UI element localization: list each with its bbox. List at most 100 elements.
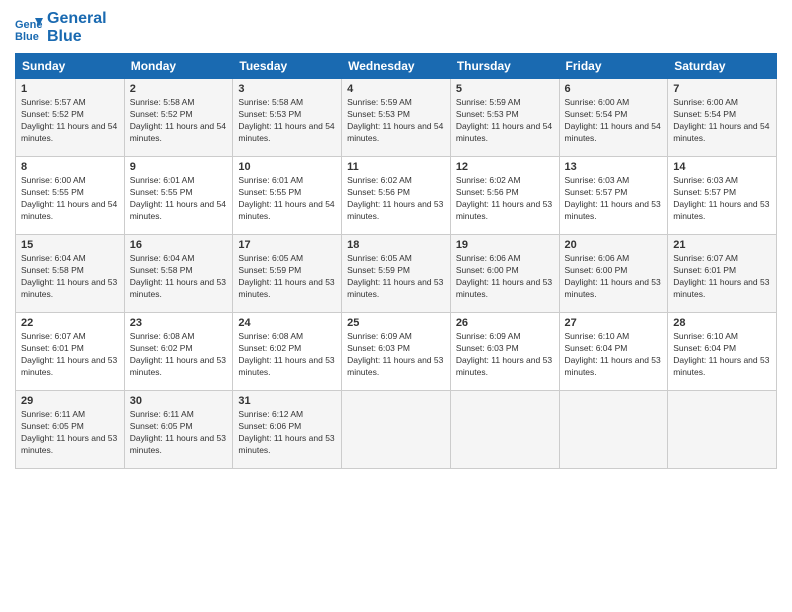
calendar-cell: 23 Sunrise: 6:08 AMSunset: 6:02 PMDayligh… xyxy=(124,313,233,391)
day-info: Sunrise: 5:57 AMSunset: 5:52 PMDaylight:… xyxy=(21,97,119,145)
day-number: 1 xyxy=(21,83,119,95)
header: General Blue General Blue xyxy=(15,10,777,45)
day-info: Sunrise: 6:10 AMSunset: 6:04 PMDaylight:… xyxy=(673,331,771,379)
day-info: Sunrise: 6:00 AMSunset: 5:54 PMDaylight:… xyxy=(673,97,771,145)
calendar-cell: 9 Sunrise: 6:01 AMSunset: 5:55 PMDaylight… xyxy=(124,157,233,235)
day-info: Sunrise: 6:07 AMSunset: 6:01 PMDaylight:… xyxy=(21,331,119,379)
day-info: Sunrise: 6:01 AMSunset: 5:55 PMDaylight:… xyxy=(130,175,228,223)
day-info: Sunrise: 6:04 AMSunset: 5:58 PMDaylight:… xyxy=(21,253,119,301)
day-number: 15 xyxy=(21,239,119,251)
calendar-cell: 22 Sunrise: 6:07 AMSunset: 6:01 PMDayligh… xyxy=(16,313,125,391)
weekday-header-thursday: Thursday xyxy=(450,54,559,79)
day-number: 12 xyxy=(456,161,554,173)
day-info: Sunrise: 6:01 AMSunset: 5:55 PMDaylight:… xyxy=(238,175,336,223)
day-info: Sunrise: 6:06 AMSunset: 6:00 PMDaylight:… xyxy=(565,253,663,301)
day-number: 3 xyxy=(238,83,336,95)
day-number: 2 xyxy=(130,83,228,95)
day-info: Sunrise: 6:05 AMSunset: 5:59 PMDaylight:… xyxy=(347,253,445,301)
day-info: Sunrise: 5:58 AMSunset: 5:52 PMDaylight:… xyxy=(130,97,228,145)
svg-text:Blue: Blue xyxy=(15,31,39,42)
weekday-header-tuesday: Tuesday xyxy=(233,54,342,79)
day-info: Sunrise: 5:58 AMSunset: 5:53 PMDaylight:… xyxy=(238,97,336,145)
day-info: Sunrise: 6:08 AMSunset: 6:02 PMDaylight:… xyxy=(238,331,336,379)
calendar-cell: 4 Sunrise: 5:59 AMSunset: 5:53 PMDaylight… xyxy=(342,79,451,157)
calendar-cell xyxy=(668,391,777,469)
calendar-cell: 2 Sunrise: 5:58 AMSunset: 5:52 PMDaylight… xyxy=(124,79,233,157)
calendar-cell: 18 Sunrise: 6:05 AMSunset: 5:59 PMDayligh… xyxy=(342,235,451,313)
day-info: Sunrise: 6:07 AMSunset: 6:01 PMDaylight:… xyxy=(673,253,771,301)
logo-blue: Blue xyxy=(47,28,107,46)
day-number: 22 xyxy=(21,317,119,329)
day-number: 28 xyxy=(673,317,771,329)
calendar-cell: 13Sunrise: 6:03 AMSunset: 5:57 PMDayligh… xyxy=(559,157,668,235)
calendar-cell: 25 Sunrise: 6:09 AMSunset: 6:03 PMDayligh… xyxy=(342,313,451,391)
calendar-week-5: 29 Sunrise: 6:11 AMSunset: 6:05 PMDayligh… xyxy=(16,391,777,469)
day-number: 31 xyxy=(238,395,336,407)
calendar-cell: 8 Sunrise: 6:00 AMSunset: 5:55 PMDaylight… xyxy=(16,157,125,235)
calendar-cell: 10 Sunrise: 6:01 AMSunset: 5:55 PMDayligh… xyxy=(233,157,342,235)
day-info: Sunrise: 6:04 AMSunset: 5:58 PMDaylight:… xyxy=(130,253,228,301)
day-info: Sunrise: 5:59 AMSunset: 5:53 PMDaylight:… xyxy=(347,97,445,145)
day-number: 8 xyxy=(21,161,119,173)
calendar-cell: 31 Sunrise: 6:12 AMSunset: 6:06 PMDayligh… xyxy=(233,391,342,469)
day-info: Sunrise: 6:12 AMSunset: 6:06 PMDaylight:… xyxy=(238,409,336,457)
calendar-table: SundayMondayTuesdayWednesdayThursdayFrid… xyxy=(15,53,777,469)
day-number: 17 xyxy=(238,239,336,251)
calendar-cell: 3 Sunrise: 5:58 AMSunset: 5:53 PMDaylight… xyxy=(233,79,342,157)
calendar-cell: 15 Sunrise: 6:04 AMSunset: 5:58 PMDayligh… xyxy=(16,235,125,313)
logo-general: General xyxy=(47,10,107,28)
weekday-header-friday: Friday xyxy=(559,54,668,79)
day-number: 11 xyxy=(347,161,445,173)
day-info: Sunrise: 6:09 AMSunset: 6:03 PMDaylight:… xyxy=(347,331,445,379)
calendar-cell: 16 Sunrise: 6:04 AMSunset: 5:58 PMDayligh… xyxy=(124,235,233,313)
day-number: 5 xyxy=(456,83,554,95)
calendar-cell: 11 Sunrise: 6:02 AMSunset: 5:56 PMDayligh… xyxy=(342,157,451,235)
calendar-cell: 20Sunrise: 6:06 AMSunset: 6:00 PMDayligh… xyxy=(559,235,668,313)
day-number: 13 xyxy=(565,161,663,173)
day-number: 16 xyxy=(130,239,228,251)
day-number: 9 xyxy=(130,161,228,173)
day-number: 24 xyxy=(238,317,336,329)
logo: General Blue General Blue xyxy=(15,10,107,45)
calendar-week-1: 1 Sunrise: 5:57 AMSunset: 5:52 PMDaylight… xyxy=(16,79,777,157)
day-info: Sunrise: 6:00 AMSunset: 5:55 PMDaylight:… xyxy=(21,175,119,223)
day-number: 18 xyxy=(347,239,445,251)
calendar-cell: 14 Sunrise: 6:03 AMSunset: 5:57 PMDayligh… xyxy=(668,157,777,235)
day-info: Sunrise: 6:11 AMSunset: 6:05 PMDaylight:… xyxy=(21,409,119,457)
day-info: Sunrise: 6:02 AMSunset: 5:56 PMDaylight:… xyxy=(347,175,445,223)
day-number: 23 xyxy=(130,317,228,329)
day-info: Sunrise: 6:10 AMSunset: 6:04 PMDaylight:… xyxy=(565,331,663,379)
day-info: Sunrise: 5:59 AMSunset: 5:53 PMDaylight:… xyxy=(456,97,554,145)
calendar-cell: 29 Sunrise: 6:11 AMSunset: 6:05 PMDayligh… xyxy=(16,391,125,469)
calendar-cell: 24 Sunrise: 6:08 AMSunset: 6:02 PMDayligh… xyxy=(233,313,342,391)
calendar-cell: 19Sunrise: 6:06 AMSunset: 6:00 PMDayligh… xyxy=(450,235,559,313)
calendar-week-2: 8 Sunrise: 6:00 AMSunset: 5:55 PMDaylight… xyxy=(16,157,777,235)
calendar-cell: 28 Sunrise: 6:10 AMSunset: 6:04 PMDayligh… xyxy=(668,313,777,391)
day-number: 14 xyxy=(673,161,771,173)
day-info: Sunrise: 6:03 AMSunset: 5:57 PMDaylight:… xyxy=(673,175,771,223)
page: General Blue General Blue SundayMondayTu… xyxy=(0,0,792,612)
day-number: 25 xyxy=(347,317,445,329)
calendar-cell: 1 Sunrise: 5:57 AMSunset: 5:52 PMDaylight… xyxy=(16,79,125,157)
day-info: Sunrise: 6:08 AMSunset: 6:02 PMDaylight:… xyxy=(130,331,228,379)
calendar-cell: 5 Sunrise: 5:59 AMSunset: 5:53 PMDaylight… xyxy=(450,79,559,157)
day-number: 30 xyxy=(130,395,228,407)
calendar-cell xyxy=(342,391,451,469)
weekday-header-saturday: Saturday xyxy=(668,54,777,79)
day-number: 29 xyxy=(21,395,119,407)
weekday-header-wednesday: Wednesday xyxy=(342,54,451,79)
weekday-header-monday: Monday xyxy=(124,54,233,79)
day-number: 19 xyxy=(456,239,554,251)
weekday-header-sunday: Sunday xyxy=(16,54,125,79)
calendar-cell: 26Sunrise: 6:09 AMSunset: 6:03 PMDayligh… xyxy=(450,313,559,391)
calendar-cell xyxy=(450,391,559,469)
weekday-header-row: SundayMondayTuesdayWednesdayThursdayFrid… xyxy=(16,54,777,79)
day-number: 7 xyxy=(673,83,771,95)
day-number: 4 xyxy=(347,83,445,95)
day-number: 21 xyxy=(673,239,771,251)
day-number: 10 xyxy=(238,161,336,173)
calendar-cell: 30Sunrise: 6:11 AMSunset: 6:05 PMDayligh… xyxy=(124,391,233,469)
calendar-cell xyxy=(559,391,668,469)
day-number: 6 xyxy=(565,83,663,95)
calendar-cell: 6Sunrise: 6:00 AMSunset: 5:54 PMDaylight… xyxy=(559,79,668,157)
